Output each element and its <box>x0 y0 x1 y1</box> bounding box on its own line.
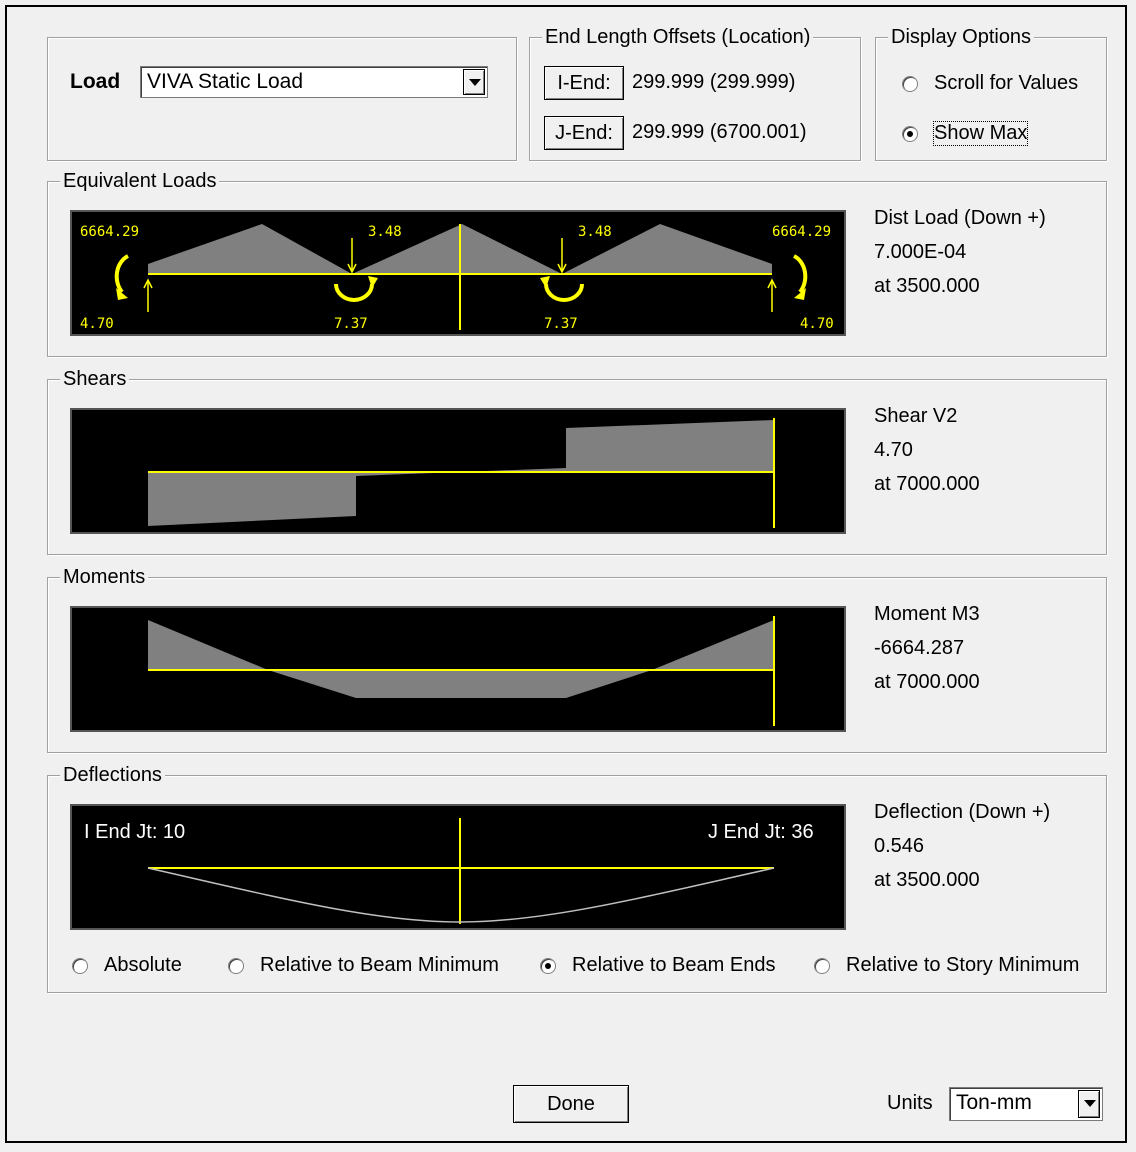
radio-icon <box>814 957 830 974</box>
shear-area-left <box>148 472 356 526</box>
relative-beam-minimum-label: Relative to Beam Minimum <box>260 954 499 976</box>
deflections-plot: I End Jt: 10 J End Jt: 36 <box>70 804 846 930</box>
deflections-group: Deflections I End Jt: 10 J End Jt: 36 De… <box>47 763 1107 993</box>
radio-checked-icon <box>902 125 918 142</box>
deflection-location: at 3500.000 <box>874 869 980 891</box>
shears-legend: Shears <box>60 367 130 391</box>
display-options-group: Display Options Scroll for Values Show M… <box>875 25 1107 161</box>
shear-value: 4.70 <box>874 439 913 461</box>
left-reaction-arrow <box>143 278 153 312</box>
moment-caption: Moment M3 <box>874 603 980 625</box>
i-end-button[interactable]: I-End: <box>544 66 624 100</box>
relative-story-minimum-radio[interactable]: Relative to Story Minimum <box>814 954 1079 977</box>
units-select-value: Ton-mm <box>956 1091 1032 1114</box>
right-reaction-label: 4.70 <box>800 316 834 332</box>
right-reaction-arrow <box>767 278 777 312</box>
moment-area-right <box>652 620 774 670</box>
radio-icon <box>72 957 88 974</box>
display-options-legend: Display Options <box>888 25 1035 49</box>
radio-icon <box>228 957 244 974</box>
right-moment-label: 6664.29 <box>772 224 831 240</box>
left-moment-icon <box>114 254 130 294</box>
moments-legend: Moments <box>60 565 149 589</box>
show-max-label: Show Max <box>932 121 1029 146</box>
equivalent-loads-plot: 6664.29 6664.29 3.48 3.48 4.70 4.70 7.37… <box>70 210 846 336</box>
relative-story-minimum-label: Relative to Story Minimum <box>846 954 1080 976</box>
dist-load-value: 7.000E-04 <box>874 241 967 263</box>
deflection-diagram: I End Jt: 10 J End Jt: 36 <box>84 818 814 924</box>
moment-value: -6664.287 <box>874 637 965 659</box>
point-load-arrow-1 <box>347 238 357 274</box>
chevron-down-icon[interactable] <box>1078 1090 1100 1118</box>
mid-moment-label-1: 7.37 <box>334 316 368 332</box>
point-load-label-1: 3.48 <box>368 224 402 240</box>
absolute-radio[interactable]: Absolute <box>72 954 182 977</box>
moment-location: at 7000.000 <box>874 671 980 693</box>
relative-beam-ends-radio[interactable]: Relative to Beam Ends <box>540 954 775 977</box>
load-group: Load VIVA Static Load <box>47 37 517 161</box>
scroll-for-values-radio[interactable]: Scroll for Values <box>902 72 1078 95</box>
equivalent-loads-diagram: 6664.29 6664.29 3.48 3.48 4.70 4.70 7.37… <box>80 224 834 332</box>
load-select-value: VIVA Static Load <box>147 70 304 93</box>
i-end-joint-label: I End Jt: 10 <box>84 821 185 843</box>
end-offsets-group: End Length Offsets (Location) I-End: 299… <box>529 25 861 161</box>
done-button[interactable]: Done <box>513 1085 629 1123</box>
moment-area-middle <box>268 670 652 698</box>
j-end-button[interactable]: J-End: <box>544 116 624 150</box>
mid-moment-arrowhead-1 <box>368 276 378 288</box>
units-select[interactable]: Ton-mm <box>949 1087 1103 1121</box>
shear-location: at 7000.000 <box>874 473 980 495</box>
right-moment-icon <box>792 254 808 294</box>
left-moment-label: 6664.29 <box>80 224 139 240</box>
deflections-legend: Deflections <box>60 763 165 787</box>
shears-group: Shears Shear V2 4.70 at 7000.000 <box>47 367 1107 555</box>
equivalent-loads-legend: Equivalent Loads <box>60 169 220 193</box>
dist-load-location: at 3500.000 <box>874 275 980 297</box>
radio-checked-icon <box>540 957 556 974</box>
j-end-value: 299.999 (6700.001) <box>632 121 807 143</box>
mid-moment-icon-2 <box>544 283 584 302</box>
radio-icon <box>902 75 918 92</box>
point-load-arrow-2 <box>557 238 567 274</box>
absolute-label: Absolute <box>104 954 182 976</box>
point-load-label-2: 3.48 <box>578 224 612 240</box>
scroll-for-values-label: Scroll for Values <box>934 72 1079 94</box>
load-select[interactable]: VIVA Static Load <box>140 66 488 98</box>
deflection-value: 0.546 <box>874 835 925 857</box>
i-end-value: 299.999 (299.999) <box>632 71 796 93</box>
shears-plot <box>70 408 846 534</box>
j-end-joint-label: J End Jt: 36 <box>708 821 814 843</box>
deflection-caption: Deflection (Down +) <box>874 801 1051 823</box>
moment-area-left <box>148 620 268 670</box>
shear-diagram <box>148 418 775 528</box>
units-label: Units <box>887 1092 933 1114</box>
dist-load-caption: Dist Load (Down +) <box>874 207 1046 229</box>
end-offsets-legend: End Length Offsets (Location) <box>542 25 814 49</box>
equivalent-loads-group: Equivalent Loads 6664.29 6664.29 3.48 3.… <box>47 169 1107 357</box>
shear-area-right <box>566 420 774 472</box>
shear-caption: Shear V2 <box>874 405 958 427</box>
mid-moment-icon-1 <box>334 283 374 302</box>
relative-beam-ends-label: Relative to Beam Ends <box>572 954 776 976</box>
beam-forces-dialog: Load VIVA Static Load End Length Offsets… <box>5 5 1127 1143</box>
moments-group: Moments Moment M3 -6664.287 at 7000.000 <box>47 565 1107 753</box>
moment-diagram <box>148 616 775 726</box>
chevron-down-icon[interactable] <box>463 69 485 95</box>
moments-plot <box>70 606 846 732</box>
mid-moment-arrowhead-2 <box>540 276 550 288</box>
left-reaction-label: 4.70 <box>80 316 114 332</box>
show-max-radio[interactable]: Show Max <box>902 121 1029 146</box>
mid-moment-label-2: 7.37 <box>544 316 578 332</box>
load-label: Load <box>70 70 121 93</box>
relative-beam-minimum-radio[interactable]: Relative to Beam Minimum <box>228 954 499 977</box>
